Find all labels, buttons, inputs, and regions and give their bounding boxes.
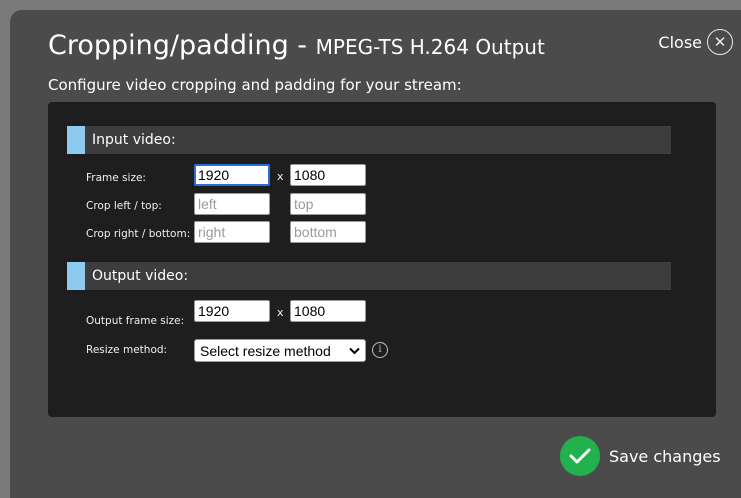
- close-label: Close: [658, 32, 702, 52]
- dialog-title-output-name: MPEG-TS H.264 Output: [315, 35, 545, 59]
- close-button[interactable]: Close ✕: [658, 29, 733, 55]
- input-frame-height-field[interactable]: [290, 164, 366, 186]
- cropping-dialog: Cropping/padding - MPEG-TS H.264 Output …: [10, 10, 741, 498]
- output-frame-height-field[interactable]: [290, 300, 366, 322]
- crop-bottom-field[interactable]: [290, 221, 366, 243]
- output-frame-width-field[interactable]: [194, 300, 270, 322]
- dialog-title: Cropping/padding - MPEG-TS H.264 Output: [48, 30, 545, 61]
- output-video-header: Output video:: [67, 262, 671, 290]
- crop-right-bottom-label: Crop right / bottom:: [86, 228, 191, 240]
- frame-size-label: Frame size:: [86, 172, 146, 184]
- save-changes-button[interactable]: Save changes: [560, 436, 721, 476]
- times-symbol: x: [277, 170, 284, 183]
- save-changes-label: Save changes: [609, 446, 721, 466]
- output-frame-size-label: Output frame size:: [86, 315, 185, 327]
- dialog-title-main: Cropping/padding -: [48, 30, 316, 61]
- crop-top-field[interactable]: [290, 193, 366, 215]
- info-icon[interactable]: i: [372, 342, 388, 358]
- crop-right-field[interactable]: [194, 221, 270, 243]
- close-icon[interactable]: ✕: [707, 29, 733, 55]
- settings-panel: Input video: Frame size: x Crop left / t…: [48, 102, 716, 417]
- crop-left-field[interactable]: [194, 193, 270, 215]
- resize-method-label: Resize method:: [86, 344, 168, 356]
- resize-method-value: Select resize method: [200, 342, 331, 359]
- checkmark-icon: [560, 436, 600, 476]
- input-video-header: Input video:: [67, 126, 671, 154]
- section-accent-bar: [67, 126, 85, 154]
- times-symbol: x: [277, 306, 284, 319]
- dialog-subtitle: Configure video cropping and padding for…: [48, 76, 462, 94]
- output-video-header-label: Output video:: [92, 268, 189, 284]
- input-video-header-label: Input video:: [92, 132, 176, 148]
- resize-method-select[interactable]: Select resize method: [194, 339, 366, 362]
- crop-left-top-label: Crop left / top:: [86, 200, 162, 212]
- input-frame-width-field[interactable]: [194, 164, 270, 186]
- section-accent-bar: [67, 262, 85, 290]
- chevron-down-icon: [349, 347, 360, 354]
